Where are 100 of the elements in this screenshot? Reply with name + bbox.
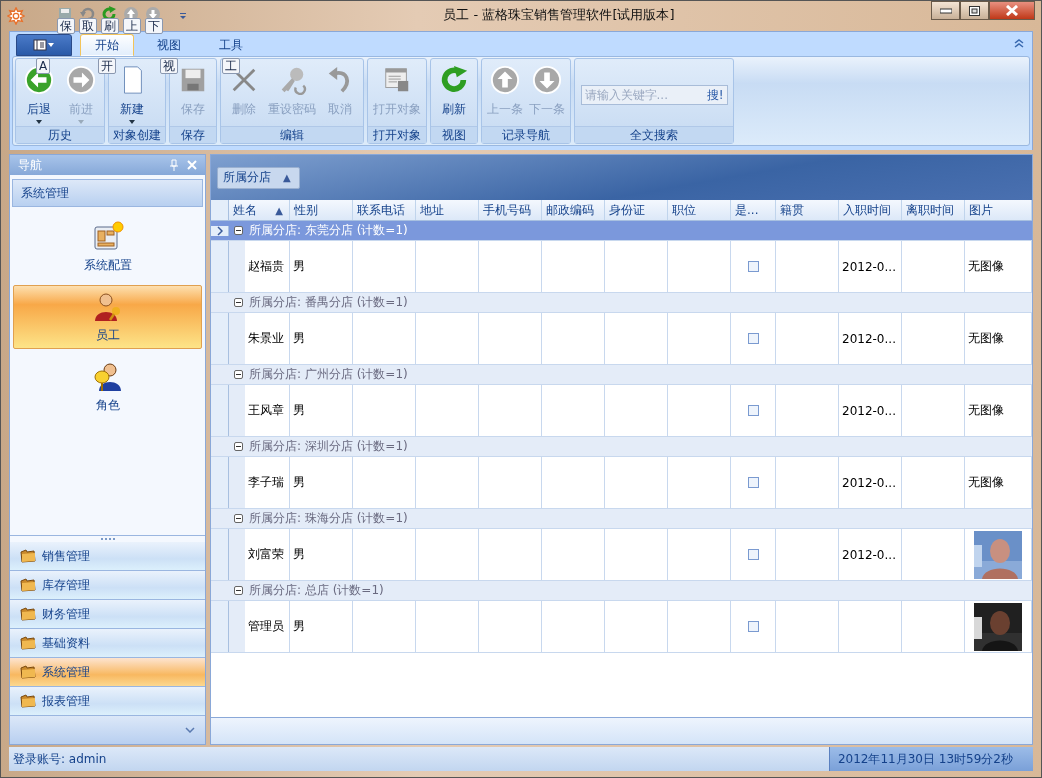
group-label: 历史 — [16, 126, 104, 143]
checkbox[interactable] — [747, 261, 759, 272]
column-header[interactable]: 身份证 — [605, 200, 668, 220]
checkbox[interactable] — [747, 549, 759, 560]
group-label: 视图 — [431, 126, 477, 143]
checkbox[interactable] — [747, 405, 759, 416]
application-menu-button[interactable] — [16, 34, 72, 56]
navigation-category[interactable]: 系统管理 — [10, 658, 205, 687]
collapse-icon[interactable] — [234, 370, 243, 379]
app-logo-icon[interactable] — [7, 7, 25, 25]
column-header[interactable]: 入职时间 — [839, 200, 902, 220]
group-indent — [229, 313, 245, 364]
group-indent — [229, 241, 245, 292]
group-label: 打开对象 — [368, 126, 426, 143]
navigation-item[interactable]: 角色 — [13, 355, 202, 419]
group-row[interactable]: 所属分店: 总店 (计数=1) — [211, 581, 1032, 601]
navigation-category[interactable]: 基础资料 — [10, 629, 205, 658]
column-header[interactable]: 离职时间 — [902, 200, 965, 220]
column-header[interactable]: 图片 — [965, 200, 1032, 220]
table-cell: 朱景业 — [245, 313, 290, 364]
row-header[interactable] — [211, 225, 229, 236]
group-row[interactable]: 所属分店: 珠海分店 (计数=1) — [211, 509, 1032, 529]
collapse-icon[interactable] — [234, 442, 243, 451]
navigation-item[interactable]: 系统配置 — [13, 215, 202, 279]
navigation-category[interactable]: 财务管理 — [10, 600, 205, 629]
pin-icon[interactable] — [169, 159, 179, 171]
table-cell: 管理员 — [245, 601, 290, 652]
folder-icon — [20, 636, 36, 650]
maximize-button[interactable] — [960, 1, 989, 20]
group-label: 保存 — [170, 126, 216, 143]
navigation-category[interactable]: 库存管理 — [10, 571, 205, 600]
window-title: 员工 - 蓝格珠宝销售管理软件[试用版本] — [442, 6, 676, 24]
column-header[interactable]: 职位 — [668, 200, 731, 220]
menu-icon — [33, 39, 55, 51]
table-cell: 2012-0... — [839, 385, 902, 436]
ribbon-button[interactable]: 刷新 — [433, 59, 475, 126]
keytip: 上 — [123, 18, 141, 34]
collapse-icon[interactable] — [234, 226, 243, 235]
collapse-ribbon-icon[interactable] — [1014, 38, 1024, 48]
row-indicator-icon — [216, 225, 223, 236]
group-row[interactable]: 所属分店: 广州分店 (计数=1) — [211, 365, 1032, 385]
panel-title: 导航 — [18, 156, 42, 174]
column-header[interactable]: 性别 — [290, 200, 353, 220]
folder-icon — [20, 607, 36, 621]
collapse-icon[interactable] — [234, 298, 243, 307]
group-header: 所属分店: 东莞分店 (计数=1) — [249, 222, 408, 239]
navigation-category[interactable]: 报表管理 — [10, 687, 205, 716]
column-header[interactable]: 姓名 ▲ — [229, 200, 290, 220]
keytip: 下 — [145, 18, 163, 34]
column-header[interactable]: 地址 — [416, 200, 479, 220]
navigation-category[interactable]: 销售管理 — [10, 542, 205, 571]
group-header[interactable]: 系统管理 — [12, 179, 203, 207]
group-label: 对象创建 — [109, 126, 165, 143]
table-cell: 男 — [290, 385, 353, 436]
group-by-button[interactable]: 所属分店 ▲ — [217, 166, 300, 189]
table-cell: 2012-0... — [839, 457, 902, 508]
table-cell: 男 — [290, 601, 353, 652]
splitter-grip-icon[interactable] — [99, 537, 116, 541]
checkbox[interactable] — [747, 621, 759, 632]
close-icon[interactable] — [187, 160, 197, 170]
checkbox[interactable] — [747, 477, 759, 488]
navigation-item[interactable]: 员工 — [13, 285, 202, 349]
table-cell: 李子瑞 — [245, 457, 290, 508]
table-cell: 赵福贵 — [245, 241, 290, 292]
table-cell: 2012-0... — [839, 529, 902, 580]
collapse-icon[interactable] — [234, 514, 243, 523]
search-field[interactable]: 请输入关键字... 搜! — [580, 85, 728, 105]
customize-caret-icon[interactable] — [179, 12, 187, 20]
group-row[interactable]: 所属分店: 番禺分店 (计数=1) — [211, 293, 1032, 313]
ribbon-tab[interactable]: 视图 — [142, 34, 196, 56]
group-row[interactable]: 所属分店: 深圳分店 (计数=1) — [211, 437, 1032, 457]
close-icon — [1005, 5, 1019, 16]
group-label: 记录导航 — [482, 126, 570, 143]
column-header[interactable]: 是... — [731, 200, 776, 220]
table-cell: 男 — [290, 241, 353, 292]
table-cell: 刘富荣 — [245, 529, 290, 580]
collapse-icon[interactable] — [234, 586, 243, 595]
folder-icon — [20, 549, 36, 563]
group-header: 所属分店: 番禺分店 (计数=1) — [249, 294, 408, 311]
checkbox[interactable] — [747, 333, 759, 344]
group-label: 全文搜索 — [575, 126, 733, 143]
table-cell: 2012-0... — [839, 241, 902, 292]
search-button[interactable]: 搜! — [703, 86, 727, 104]
minimize-icon — [939, 7, 952, 14]
ribbon-tab[interactable]: 工具 — [204, 34, 258, 56]
settings-panel-icon — [91, 220, 124, 253]
group-indent — [229, 529, 245, 580]
table-cell: 男 — [290, 529, 353, 580]
column-header[interactable]: 联系电话 — [353, 200, 416, 220]
column-header[interactable]: 籍贯 — [776, 200, 839, 220]
table-cell: 无图像 — [965, 457, 1032, 508]
minimize-button[interactable] — [931, 1, 960, 20]
column-header[interactable]: 邮政编码 — [542, 200, 605, 220]
column-header[interactable]: 手机号码 — [479, 200, 542, 220]
keytip: 保 — [57, 18, 75, 34]
chevron-down-icon[interactable] — [185, 727, 195, 733]
ribbon-tab[interactable]: 开始 — [80, 34, 134, 56]
close-button[interactable] — [989, 1, 1035, 20]
table-cell: 无图像 — [965, 385, 1032, 436]
group-label: 编辑 — [221, 126, 363, 143]
